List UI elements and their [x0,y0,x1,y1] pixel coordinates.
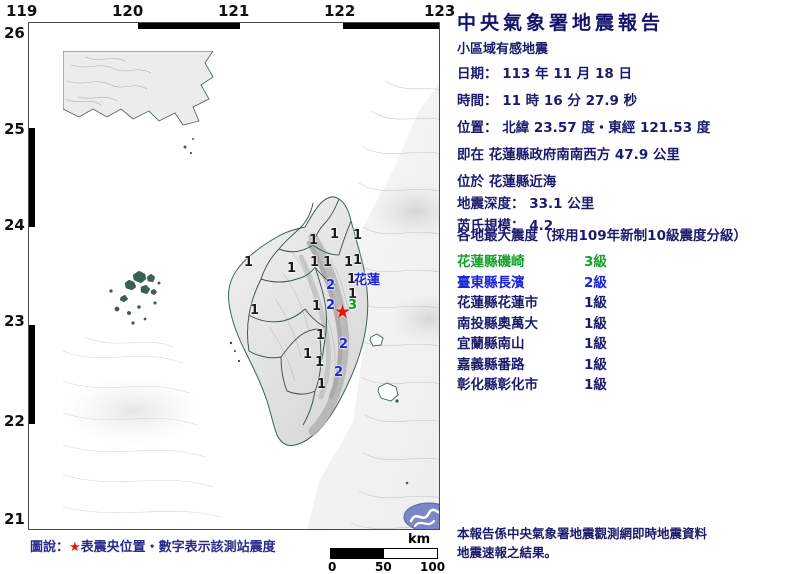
intensity-row: 宜蘭縣南山 1級 [457,332,757,353]
map-border-tick [29,127,35,227]
intensity-section-heading: 各地最大震度（採用109年新制10級震度分級） [457,228,747,244]
earthquake-info-line: 位置： 北緯 23.57 度・東經 121.53 度 [457,120,711,136]
map-border-tick [342,23,439,29]
report-footnote-line: 地震速報之結果。 [457,544,558,560]
report-subtitle: 小區域有感地震 [457,42,549,57]
legend-description: 表震央位置・數字表示該測站震度 [80,540,276,555]
latitude-tick-label: 26 [4,24,25,42]
map-canvas: 1111111112113211112121 ★ 花蓮 [63,51,439,529]
station-intensity-value: 1 [303,347,313,362]
station-intensity-value: 2 [334,365,344,380]
intensity-level-value: 2級 [584,274,607,291]
intensity-location-name: 彰化縣彰化市 [457,377,538,393]
map-panel: 119 120 121 122 123 26 25 24 23 22 21 1 … [0,0,455,574]
intensity-row: 嘉義縣番路 1級 [457,353,757,374]
station-intensity-value: 1 [353,228,363,243]
scale-unit-label: km [408,532,431,547]
cwa-logo [403,502,439,529]
latitude-tick-label: 21 [4,510,25,528]
intensity-location-name: 臺東縣長濱 [457,274,525,291]
scale-tick-label: 0 [328,560,337,574]
map-border-tick [29,325,35,425]
intensity-level-value: 3級 [584,254,607,270]
scale-tick-label: 50 [375,560,392,574]
station-intensity-value: 2 [326,278,336,293]
latitude-tick-label: 23 [4,312,25,330]
station-intensity-value: 1 [317,377,327,392]
report-footnote-line: 本報告係中央氣象署地震觀測網即時地震資料 [457,526,708,541]
latitude-tick-label: 25 [4,120,25,138]
intensity-location-name: 花蓮縣花蓮市 [457,295,538,311]
intensity-location-name: 花蓮縣磯崎 [457,254,525,270]
station-intensity-value: 1 [250,303,260,318]
intensity-location-name: 宜蘭縣南山 [457,336,525,352]
intensity-location-name: 南投縣奧萬大 [457,315,538,332]
station-intensity-value: 2 [339,337,349,352]
station-intensity-value: 1 [316,328,326,343]
scale-bar [330,548,438,559]
scale-segment-filled [331,549,384,558]
station-intensity-value: 1 [312,299,322,314]
station-intensity-value: 1 [344,255,354,270]
intensity-table: 花蓮縣磯崎 3級 臺東縣長濱 2級 花蓮縣花蓮市 1級 南投縣奧萬大 1級 宜蘭縣南山 1級 嘉義縣… [457,250,757,394]
intensity-row: 花蓮縣磯崎 3級 [457,250,757,271]
intensity-row: 花蓮縣花蓮市 1級 [457,291,757,312]
earthquake-info-line: 位於 花蓮縣近海 [457,174,557,190]
legend-prefix: 圖說： [30,540,70,555]
map-legend: 圖說：★表震央位置・數字表示該測站震度 [30,536,276,555]
map-border-tick [137,23,240,29]
scale-tick-label: 100 [420,560,446,574]
longitude-tick-label: 121 [218,2,250,20]
intensity-level-value: 1級 [584,336,607,352]
station-intensity-value: 1 [353,253,363,268]
intensity-level-value: 1級 [584,295,607,311]
scale-segment-empty [384,549,437,558]
longitude-tick-label: 122 [324,2,356,20]
intensity-row: 臺東縣長濱 2級 [457,271,757,292]
station-intensity-value: 1 [315,355,325,370]
city-label-hualien: 花蓮 [354,273,381,288]
station-intensity-value: 1 [309,233,319,248]
intensity-row: 彰化縣彰化市 1級 [457,373,757,394]
station-intensity-value: 1 [244,255,254,270]
intensity-level-value: 1級 [584,315,607,332]
epicenter-star-marker: ★ [334,301,352,323]
station-intensity-value: 1 [330,227,340,242]
intensity-level-value: 1級 [584,356,607,373]
page-title: 中央氣象署地震報告 [457,12,665,34]
report-footnote: 本報告係中央氣象署地震觀測網即時地震資料 地震速報之結果。 [457,525,707,563]
terrain-map [63,51,439,529]
legend-star-icon: ★ [69,540,81,555]
station-intensity-value: 1 [310,255,320,270]
earthquake-info-line: 時間： 11 時 16 分 27.9 秒 [457,93,638,109]
latitude-tick-label: 24 [4,216,25,234]
station-intensity-value: 1 [287,261,297,276]
map-frame: 1111111112113211112121 ★ 花蓮 [28,22,440,530]
longitude-tick-label: 119 [6,2,38,20]
longitude-tick-label: 123 [424,2,456,20]
report-panel: 中央氣象署地震報告 小區域有感地震 日期： 113 年 11 月 18 日時間：… [455,0,800,570]
earthquake-info-line: 地震深度： 33.1 公里 [457,196,595,212]
station-intensity-value: 1 [323,255,333,270]
longitude-tick-label: 120 [112,2,144,20]
intensity-level-value: 1級 [584,377,607,393]
intensity-location-name: 嘉義縣番路 [457,356,525,373]
intensity-row: 南投縣奧萬大 1級 [457,312,757,333]
earthquake-report-page: 119 120 121 122 123 26 25 24 23 22 21 1 … [0,0,800,574]
earthquake-info-line: 即在 花蓮縣政府南南西方 47.9 公里 [457,147,680,163]
earthquake-info-line: 日期： 113 年 11 月 18 日 [457,66,632,82]
latitude-tick-label: 22 [4,412,25,430]
